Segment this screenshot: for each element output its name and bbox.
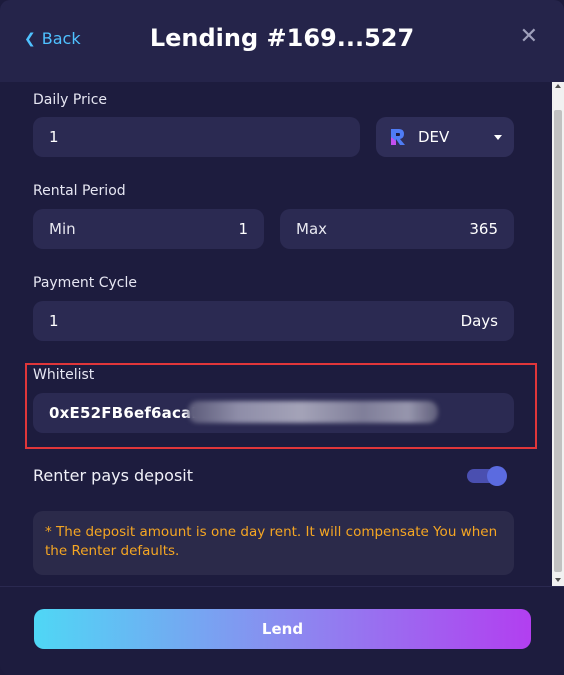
scrollbar-thumb[interactable] (554, 110, 562, 572)
currency-select[interactable]: DEV (376, 117, 514, 157)
whitelist-value: 0xE52FB6ef6acaL (49, 404, 202, 422)
whitelist-label: Whitelist (33, 367, 95, 383)
rental-min-label: Min (49, 220, 76, 238)
lending-modal: ❮ Back Lending #169...527 ✕ Daily Price … (0, 0, 564, 675)
payment-cycle-label: Payment Cycle (33, 275, 138, 291)
dev-token-icon (388, 127, 408, 147)
form-scroll-area[interactable]: Daily Price 1 DEV Rental Period Min 1 Ma… (0, 82, 552, 586)
daily-price-label: Daily Price (33, 92, 108, 108)
rental-period-label: Rental Period (33, 183, 126, 199)
daily-price-value: 1 (49, 128, 59, 146)
payment-cycle-unit: Days (460, 312, 498, 330)
currency-value: DEV (418, 128, 450, 146)
scrollbar[interactable] (552, 82, 564, 586)
deposit-toggle[interactable] (467, 466, 507, 486)
rental-max-input[interactable]: Max 365 (280, 209, 514, 249)
daily-price-input[interactable]: 1 (33, 117, 360, 157)
toggle-knob (487, 466, 507, 486)
redaction-blur (188, 401, 438, 423)
page-title: Lending #169...527 (149, 24, 415, 52)
lend-button[interactable]: Lend (34, 609, 531, 649)
scroll-down-icon[interactable] (555, 578, 561, 582)
rental-min-input[interactable]: Min 1 (33, 209, 264, 249)
scroll-up-icon[interactable] (555, 84, 561, 88)
payment-cycle-input[interactable]: 1 Days (33, 301, 514, 341)
whitelist-input[interactable]: 0xE52FB6ef6acaL (33, 393, 514, 433)
rental-max-value: 365 (469, 220, 498, 238)
payment-cycle-value: 1 (49, 312, 59, 330)
deposit-notice: * The deposit amount is one day rent. It… (33, 511, 514, 575)
modal-footer: Lend (0, 586, 564, 675)
deposit-toggle-label: Renter pays deposit (33, 466, 194, 485)
close-icon[interactable]: ✕ (520, 26, 538, 48)
modal-header: ❮ Back Lending #169...527 ✕ (0, 0, 564, 82)
rental-max-label: Max (296, 220, 328, 238)
rental-min-value: 1 (238, 220, 248, 238)
caret-down-icon (494, 134, 502, 140)
